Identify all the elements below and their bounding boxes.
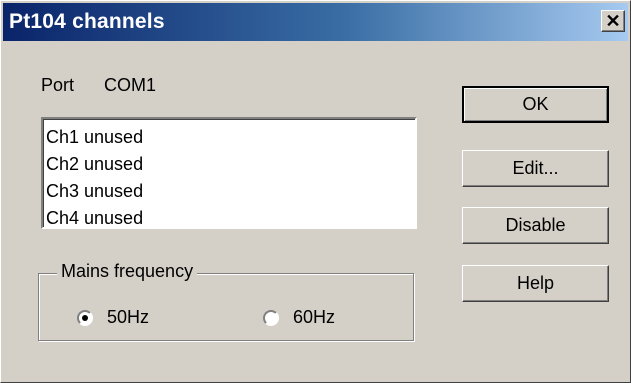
list-item-ch3[interactable]: Ch3 unused xyxy=(46,178,415,205)
radio-60hz[interactable] xyxy=(263,310,279,326)
title-bar[interactable]: Pt104 channels ✕ xyxy=(3,3,628,41)
pt104-channels-dialog: Pt104 channels ✕ Port COM1 Ch1 unused Ch… xyxy=(0,0,631,383)
mains-frequency-label: Mains frequency xyxy=(57,261,198,282)
disable-button[interactable]: Disable xyxy=(462,207,609,244)
list-item-ch1[interactable]: Ch1 unused xyxy=(46,124,415,151)
ok-button[interactable]: OK xyxy=(462,86,609,123)
close-button[interactable]: ✕ xyxy=(601,10,625,32)
edit-button[interactable]: Edit... xyxy=(462,150,609,187)
radio-60hz-label[interactable]: 60Hz xyxy=(293,307,335,328)
list-item-ch4[interactable]: Ch4 unused xyxy=(46,205,415,232)
mains-frequency-group xyxy=(38,273,414,341)
window-title: Pt104 channels xyxy=(9,10,165,33)
radio-50hz-label[interactable]: 50Hz xyxy=(107,307,149,328)
port-value: COM1 xyxy=(104,75,157,95)
help-button[interactable]: Help xyxy=(462,265,609,302)
close-icon: ✕ xyxy=(605,11,621,31)
radio-50hz[interactable] xyxy=(77,310,93,326)
port-label: Port xyxy=(41,75,75,95)
channel-list[interactable]: Ch1 unused Ch2 unused Ch3 unused Ch4 unu… xyxy=(41,117,417,229)
list-item-ch2[interactable]: Ch2 unused xyxy=(46,151,415,178)
radio-checked-dot xyxy=(82,315,88,321)
